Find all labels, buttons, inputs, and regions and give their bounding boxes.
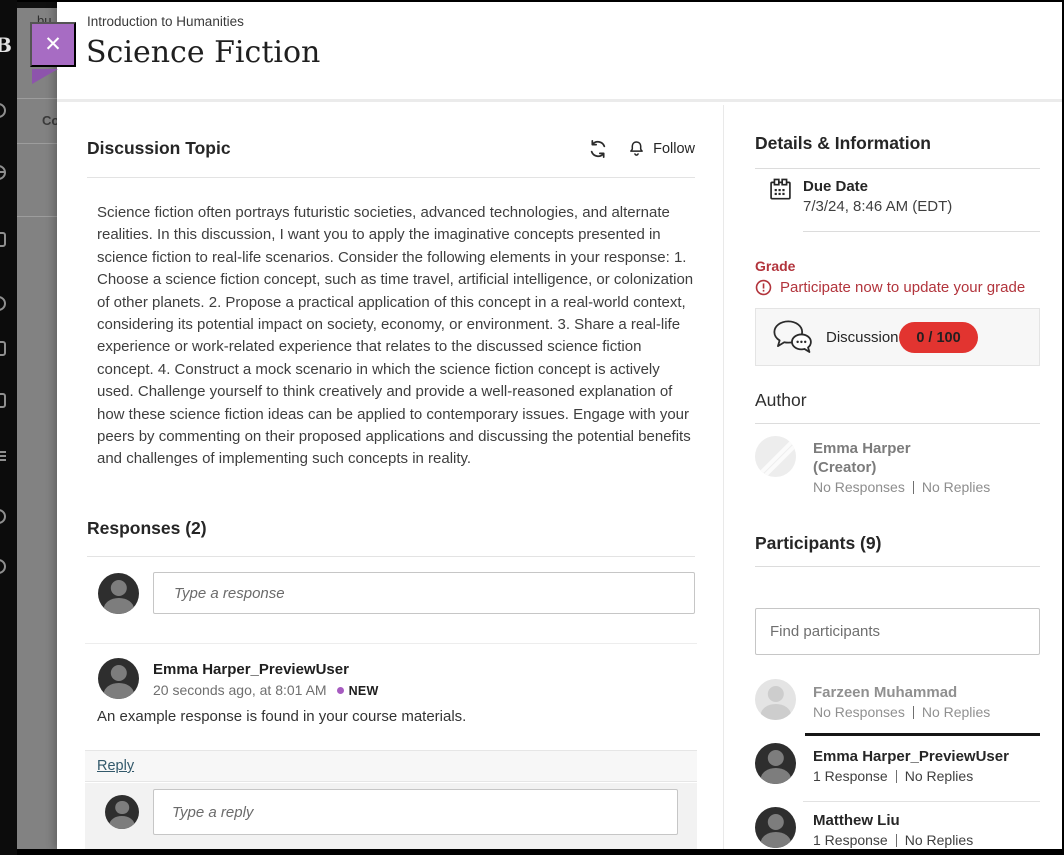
topic-actions: Follow xyxy=(487,139,695,159)
divider xyxy=(85,643,697,644)
dimmed-divider xyxy=(17,143,57,144)
divider xyxy=(755,423,1040,424)
new-indicator-dot xyxy=(337,687,344,694)
calendar-icon xyxy=(769,178,792,201)
responses-heading: Responses (2) xyxy=(87,518,207,539)
separator xyxy=(913,706,914,719)
discussion-bubbles-icon xyxy=(773,320,813,356)
response-input[interactable] xyxy=(153,572,695,614)
breadcrumb: Introduction to Humanities xyxy=(87,14,244,29)
separator xyxy=(896,834,897,847)
response-author-avatar xyxy=(98,658,139,699)
divider xyxy=(87,556,695,557)
globe-icon[interactable] xyxy=(0,165,6,180)
score-pill[interactable]: 0 / 100 xyxy=(899,322,978,353)
course-nav-rail: B xyxy=(0,0,17,855)
refresh-icon xyxy=(588,139,608,159)
groups-icon[interactable] xyxy=(0,296,6,311)
dimmed-divider xyxy=(17,216,57,217)
divider xyxy=(755,168,1040,169)
close-icon: ✕ xyxy=(44,32,62,57)
analytics-icon[interactable] xyxy=(0,509,6,524)
messages-icon[interactable] xyxy=(0,393,6,408)
discussion-panel: Introduction to Humanities Science Ficti… xyxy=(57,2,1062,849)
participant-avatar xyxy=(755,807,796,848)
alert-icon xyxy=(755,279,772,296)
dimmed-page-background: bu Co xyxy=(17,2,57,849)
discussion-topic-heading: Discussion Topic xyxy=(87,138,231,159)
grade-item[interactable]: Discussion 0 / 100 xyxy=(755,308,1040,366)
author-avatar xyxy=(755,436,796,477)
participant-responses: 1 Response xyxy=(813,768,888,784)
participant-activity: No Responses No Replies xyxy=(813,704,990,720)
due-date-label: Due Date xyxy=(803,178,868,195)
participant-activity: 1 Response No Replies xyxy=(813,768,973,784)
find-participants-input[interactable] xyxy=(755,608,1040,655)
page-title: Science Fiction xyxy=(86,35,320,70)
due-date-value: 7/3/24, 8:46 AM (EDT) xyxy=(803,198,952,215)
panel-header: Introduction to Humanities Science Ficti… xyxy=(57,2,1062,102)
participant-name[interactable]: Farzeen Muhammad xyxy=(813,684,957,701)
dimmed-divider xyxy=(17,98,57,99)
divider xyxy=(803,231,1040,232)
participant-avatar xyxy=(755,743,796,784)
reply-input[interactable] xyxy=(153,789,678,835)
author-name: Emma Harper xyxy=(813,440,911,457)
column-divider xyxy=(723,105,724,849)
separator xyxy=(913,481,914,494)
grade-alert-text: Participate now to update your grade xyxy=(780,279,1025,296)
author-role: (Creator) xyxy=(813,459,876,476)
dimmed-menu-fragment: Co xyxy=(42,113,57,128)
divider xyxy=(803,801,1040,802)
current-user-avatar-small xyxy=(105,795,139,829)
reply-link[interactable]: Reply xyxy=(97,758,134,774)
follow-button[interactable]: Follow xyxy=(627,139,695,159)
reply-compose-area xyxy=(85,783,697,849)
participant-name[interactable]: Matthew Liu xyxy=(813,812,900,829)
bell-icon xyxy=(627,139,646,159)
new-badge: NEW xyxy=(349,684,379,698)
app-logo: B xyxy=(0,33,12,57)
details-heading: Details & Information xyxy=(755,133,931,154)
participant-name[interactable]: Emma Harper_PreviewUser xyxy=(813,748,1009,765)
grade-type-label: Discussion xyxy=(826,329,899,346)
participant-responses: 1 Response xyxy=(813,832,888,848)
refresh-button[interactable] xyxy=(588,139,608,159)
participant-replies: No Replies xyxy=(905,768,973,784)
calendar-nav-icon[interactable] xyxy=(0,341,6,356)
author-activity: No Responses No Replies xyxy=(813,479,990,495)
participant-activity: 1 Response No Replies xyxy=(813,832,973,848)
response-timestamp: 20 seconds ago, at 8:01 AM xyxy=(153,682,327,698)
reply-strip: Reply xyxy=(85,750,697,782)
separator xyxy=(896,770,897,783)
screen: B bu Co Introduction to Humanities Scien… xyxy=(0,0,1064,855)
clock-icon[interactable] xyxy=(0,559,6,574)
profile-icon[interactable] xyxy=(0,103,6,118)
participant-replies: No Replies xyxy=(922,704,990,720)
participant-responses: No Responses xyxy=(813,704,905,720)
list-focus-divider xyxy=(805,733,1040,736)
participant-avatar xyxy=(755,679,796,720)
author-responses: No Responses xyxy=(813,479,905,495)
discussion-prompt: Science fiction often portrays futuristi… xyxy=(97,202,697,471)
current-user-avatar xyxy=(98,573,139,614)
author-replies: No Replies xyxy=(922,479,990,495)
divider xyxy=(87,177,695,178)
divider xyxy=(755,566,1040,567)
response-meta: 20 seconds ago, at 8:01 AM NEW xyxy=(153,682,379,698)
follow-label: Follow xyxy=(653,141,695,157)
response-author-name: Emma Harper_PreviewUser xyxy=(153,661,349,678)
participant-replies: No Replies xyxy=(905,832,973,848)
dimmed-top-bar xyxy=(17,2,57,8)
gradebook-icon[interactable] xyxy=(0,449,6,464)
content-panel-icon[interactable] xyxy=(0,232,6,247)
response-body: An example response is found in your cou… xyxy=(97,708,466,725)
close-button[interactable]: ✕ xyxy=(30,22,76,67)
participants-heading: Participants (9) xyxy=(755,533,881,554)
author-heading: Author xyxy=(755,390,807,411)
grade-label: Grade xyxy=(755,258,795,274)
grade-alert: Participate now to update your grade xyxy=(755,279,1025,296)
